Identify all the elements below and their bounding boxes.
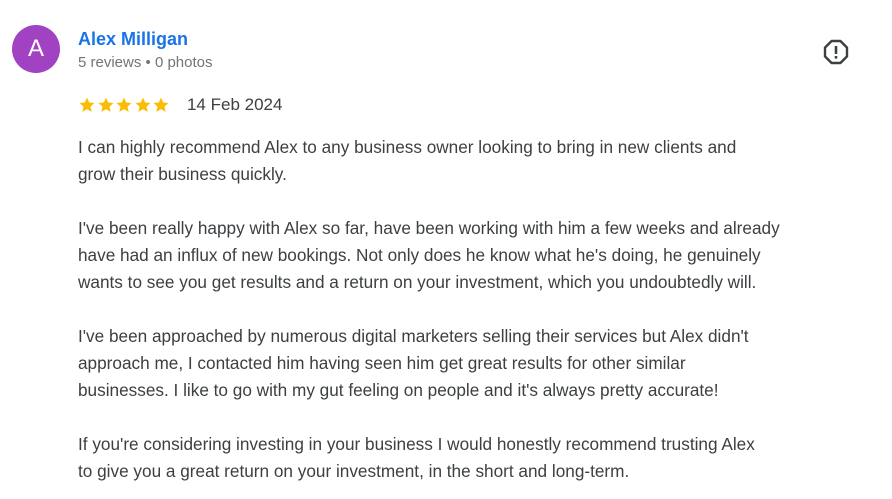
review-date: 14 Feb 2024 (186, 95, 283, 114)
star-icon (153, 97, 169, 112)
report-flag-icon (823, 39, 849, 65)
review-text: I can highly recommend Alex to any busin… (78, 134, 878, 485)
star-icon (79, 97, 95, 112)
star-icon (116, 97, 132, 112)
report-review-button[interactable] (820, 36, 852, 68)
review-paragraph: I've been approached by numerous digital… (78, 326, 749, 400)
star-icon (98, 97, 114, 112)
review-card: A Alex Milligan 5 reviews • 0 photos 14 … (0, 0, 892, 499)
avatar-letter: A (27, 35, 44, 62)
avatar[interactable]: A (12, 25, 60, 73)
rating-row: 14 Feb 2024 (78, 94, 282, 116)
star-rating (78, 96, 171, 114)
review-paragraph: I can highly recommend Alex to any busin… (78, 137, 737, 184)
reviewer-meta: 5 reviews • 0 photos (78, 54, 213, 71)
star-icon (135, 97, 151, 112)
reviewer-name-link[interactable]: Alex Milligan (78, 28, 213, 50)
reviewer-info: Alex Milligan 5 reviews • 0 photos (78, 28, 213, 72)
review-paragraph: I've been really happy with Alex so far,… (78, 218, 780, 292)
review-paragraph: If you're considering investing in your … (78, 434, 755, 481)
